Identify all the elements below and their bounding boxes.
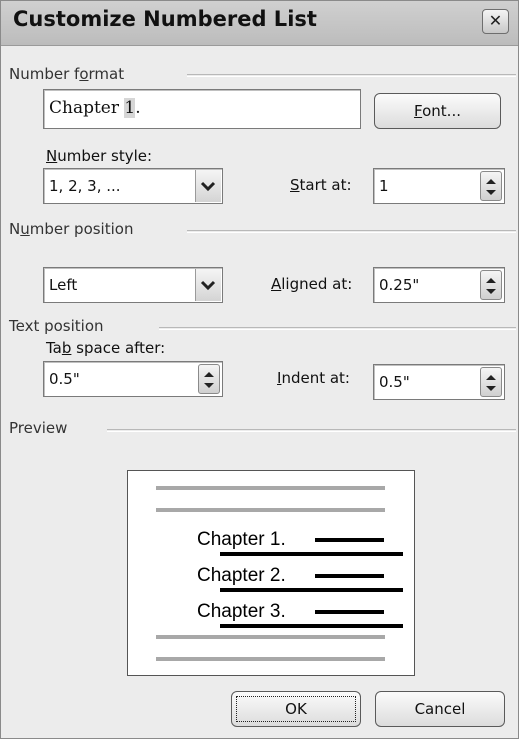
text-position-group-label: Text position (9, 317, 104, 335)
indent-at-spin-buttons[interactable] (480, 367, 502, 397)
spin-up-down-icon (486, 375, 496, 391)
ok-button[interactable]: OK (231, 691, 361, 727)
preview-item-3: Chapter 3. (197, 601, 286, 622)
preview-black-line (315, 538, 384, 542)
spin-up-down-icon (486, 179, 496, 195)
chevron-down-icon (200, 280, 216, 291)
aligned-at-label: Aligned at: (271, 275, 353, 293)
preview-pane: Chapter 1. Chapter 2. Chapter 3. (127, 470, 415, 676)
start-at-label: Start at: (290, 176, 352, 194)
preview-grey-line (156, 635, 385, 639)
preview-black-line (220, 588, 403, 592)
close-icon: ✕ (488, 11, 503, 30)
tab-space-spin-buttons[interactable] (198, 364, 220, 394)
spin-up-down-icon (204, 372, 214, 388)
text-position-divider (159, 327, 516, 330)
number-position-group-label: Number position (9, 220, 134, 238)
preview-grey-line (156, 657, 385, 661)
preview-black-line (220, 624, 403, 628)
preview-grey-line (156, 508, 385, 512)
spin-up-down-icon (486, 278, 496, 294)
chevron-down-icon (200, 181, 216, 192)
number-position-divider (187, 230, 516, 233)
title-bar: Customize Numbered List ✕ (1, 1, 518, 46)
preview-black-line (220, 552, 403, 556)
preview-grey-line (156, 486, 385, 490)
preview-divider (107, 429, 516, 432)
aligned-at-spin-buttons[interactable] (480, 270, 502, 300)
indent-at-spinner[interactable]: 0.5" (373, 364, 505, 400)
start-at-spin-buttons[interactable] (480, 171, 502, 201)
font-button[interactable]: Font... (374, 93, 501, 129)
customize-numbered-list-dialog: Customize Numbered List ✕ Number format … (0, 0, 519, 739)
preview-black-line (315, 610, 384, 614)
start-at-spinner[interactable]: 1 (373, 168, 505, 204)
aligned-at-spinner[interactable]: 0.25" (373, 267, 505, 303)
tab-space-after-label: Tab space after: (46, 339, 166, 357)
indent-at-label: Indent at: (277, 369, 350, 387)
preview-black-line (315, 574, 384, 578)
number-style-dropdown[interactable]: 1, 2, 3, ... (43, 168, 223, 204)
cancel-button[interactable]: Cancel (375, 691, 505, 727)
close-button[interactable]: ✕ (482, 9, 509, 34)
focus-ring (236, 696, 356, 722)
number-format-group-label: Number format (9, 65, 125, 83)
dialog-title: Customize Numbered List (13, 7, 317, 31)
number-style-label: Number style: (46, 147, 153, 165)
number-style-dropdown-button[interactable] (195, 170, 221, 202)
preview-item-1: Chapter 1. (197, 529, 286, 550)
number-position-dropdown-button[interactable] (195, 269, 221, 301)
number-position-dropdown[interactable]: Left (43, 267, 223, 303)
number-format-input[interactable]: Chapter 1. (43, 89, 361, 129)
tab-space-after-spinner[interactable]: 0.5" (43, 361, 223, 397)
preview-item-2: Chapter 2. (197, 565, 286, 586)
preview-group-label: Preview (9, 419, 68, 437)
number-format-divider (187, 74, 516, 77)
